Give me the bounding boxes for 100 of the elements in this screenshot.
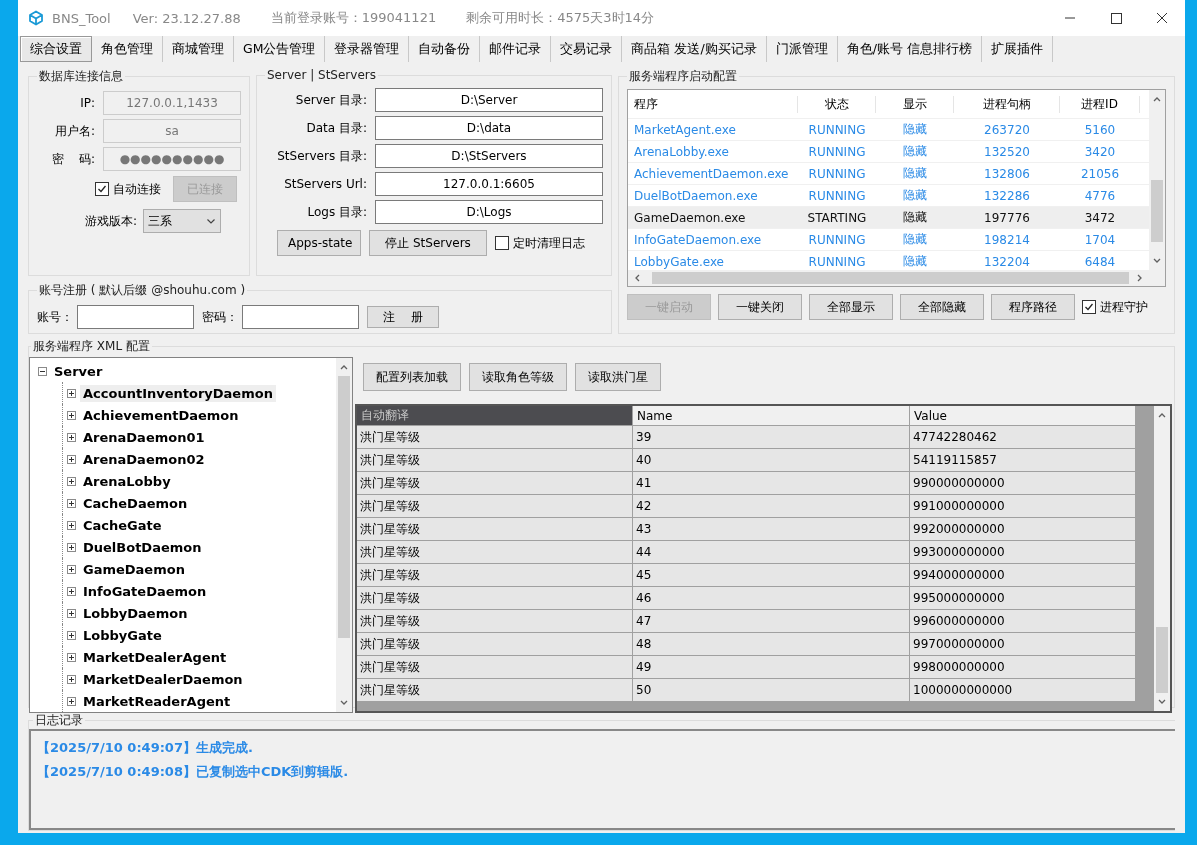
tab[interactable]: GM公告管理 — [234, 36, 326, 62]
tree-item[interactable]: AchievementDaemon — [80, 406, 242, 424]
table-cell: 44 — [633, 541, 910, 564]
input-field[interactable]: D:\Logs — [375, 200, 603, 224]
expand-icon[interactable] — [67, 608, 76, 618]
tree-item[interactable]: MarketDealerDaemon — [80, 670, 246, 688]
tree-item[interactable]: CacheDaemon — [80, 494, 191, 512]
input-field[interactable] — [242, 305, 359, 329]
process-row[interactable]: GameDaemon.exe STARTING 隐藏 197776 3472 — [628, 207, 1149, 229]
column-header[interactable]: 显示 — [876, 95, 954, 113]
table-cell: 46 — [633, 587, 910, 610]
expand-icon[interactable] — [67, 564, 76, 574]
register-button[interactable]: 注 册 — [367, 306, 439, 328]
process-row[interactable]: ArenaLobby.exe RUNNING 隐藏 132520 3420 — [628, 141, 1149, 163]
tree-item[interactable]: CacheGate — [80, 516, 165, 534]
tree-item[interactable]: ArenaDaemon01 — [80, 428, 208, 446]
checkbox-label: 自动连接 — [113, 180, 161, 198]
expand-icon[interactable] — [67, 542, 76, 552]
stop-button[interactable]: 停止 StServers — [369, 230, 487, 256]
collapse-icon[interactable] — [38, 366, 47, 376]
table-cell-text: 隐藏 — [902, 187, 928, 204]
tree-item[interactable]: MarketDealerAgent — [80, 648, 230, 666]
tab[interactable]: 角色/账号 信息排行榜 — [837, 36, 982, 62]
checkbox[interactable] — [1082, 300, 1096, 314]
checkbox[interactable] — [495, 236, 509, 250]
window-title: BNS_Tool — [52, 10, 111, 26]
column-header[interactable]: 进程句柄 — [954, 95, 1060, 113]
tree-item[interactable]: DuelBotDaemon — [80, 538, 205, 556]
action-button[interactable]: 读取角色等级 — [469, 363, 567, 391]
action-button[interactable]: 全部隐藏 — [900, 294, 984, 320]
action-button[interactable]: 一键关闭 — [718, 294, 802, 320]
table-cell: 998000000000 — [910, 656, 1136, 679]
field-label: Logs 目录: — [306, 203, 368, 221]
table-cell-text: 隐藏 — [902, 143, 928, 160]
table-cell-text: 5160 — [1083, 122, 1117, 137]
tree-item[interactable]: Server — [51, 362, 106, 380]
field-label: IP: — [79, 96, 96, 110]
column-header[interactable]: 进程ID — [1060, 95, 1140, 113]
action-button[interactable]: 程序路径 — [991, 294, 1075, 320]
tree-item[interactable]: LobbyDaemon — [80, 604, 191, 622]
expand-icon[interactable] — [67, 586, 76, 596]
column-header[interactable]: Name — [633, 406, 910, 426]
expand-icon[interactable] — [67, 476, 76, 486]
action-button[interactable]: 全部显示 — [809, 294, 893, 320]
process-row[interactable]: MarketAgent.exe RUNNING 隐藏 263720 5160 — [628, 119, 1149, 141]
column-header[interactable]: 状态 — [798, 95, 876, 113]
table-cell: 洪门星等级 — [357, 564, 633, 587]
input-field[interactable] — [77, 305, 194, 329]
field-label: StServers Url: — [283, 177, 368, 191]
expand-icon[interactable] — [67, 630, 76, 640]
input-field[interactable]: 127.0.0.1:6605 — [375, 172, 603, 196]
column-header[interactable]: 自动翻译 — [357, 406, 633, 426]
scrollbar-thumb[interactable] — [652, 272, 1129, 284]
tab[interactable]: 商品箱 发送/购买记录 — [622, 36, 767, 62]
tab[interactable]: 邮件记录 — [480, 36, 552, 62]
scrollbar-thumb[interactable] — [338, 376, 350, 638]
table-cell: 48 — [633, 633, 910, 656]
expand-icon[interactable] — [67, 696, 76, 706]
expand-icon[interactable] — [67, 388, 76, 398]
scrollbar-thumb[interactable] — [1156, 627, 1168, 693]
scrollbar-thumb[interactable] — [1151, 180, 1163, 242]
table-cell-text: 隐藏 — [902, 209, 928, 226]
tab[interactable]: 扩展插件 — [981, 36, 1053, 62]
tab[interactable]: 商城管理 — [163, 36, 234, 62]
tab[interactable]: 门派管理 — [766, 36, 838, 62]
tab[interactable]: 角色管理 — [92, 36, 163, 62]
column-header[interactable]: Value — [910, 406, 1136, 426]
expand-icon[interactable] — [67, 674, 76, 684]
tab[interactable]: 综合设置 — [20, 36, 92, 62]
expand-icon[interactable] — [67, 652, 76, 662]
expand-icon[interactable] — [67, 454, 76, 464]
input-field[interactable]: D:\StServers — [375, 144, 603, 168]
tree-item[interactable]: MarketReaderAgent — [80, 692, 234, 710]
expand-icon[interactable] — [67, 410, 76, 420]
apps-state-button[interactable]: Apps-state — [277, 230, 361, 256]
tab[interactable]: 交易记录 — [551, 36, 623, 62]
action-button[interactable]: 配置列表加载 — [363, 363, 461, 391]
input-field[interactable]: D:\data — [375, 116, 603, 140]
process-row[interactable]: AchievementDaemon.exe RUNNING 隐藏 132806 21056 — [628, 163, 1149, 185]
tree-item[interactable]: LobbyGate — [80, 626, 165, 644]
expand-icon[interactable] — [67, 520, 76, 530]
table-cell-text: 21056 — [1079, 166, 1121, 181]
checkbox[interactable] — [95, 182, 109, 196]
tree-item[interactable]: InfoGateDaemon — [80, 582, 210, 600]
tree-item[interactable]: ArenaLobby — [80, 472, 174, 490]
expand-icon[interactable] — [67, 498, 76, 508]
action-button[interactable]: 读取洪门星 — [575, 363, 661, 391]
version-dropdown[interactable]: 三系 — [143, 209, 222, 233]
tree-item[interactable]: ArenaDaemon02 — [80, 450, 208, 468]
table-cell-text: RUNNING — [807, 232, 867, 247]
process-row[interactable]: InfoGateDaemon.exe RUNNING 隐藏 198214 1704 — [628, 229, 1149, 251]
tree-item[interactable]: AccountInventoryDaemon — [80, 384, 276, 402]
table-cell: 992000000000 — [910, 518, 1136, 541]
table-cell-text: 197776 — [983, 210, 1031, 225]
input-field[interactable]: D:\Server — [375, 88, 603, 112]
expand-icon[interactable] — [67, 432, 76, 442]
tab[interactable]: 自动备份 — [409, 36, 481, 62]
tree-item[interactable]: GameDaemon — [80, 560, 188, 578]
tab[interactable]: 登录器管理 — [325, 36, 410, 62]
column-header[interactable]: 程序 — [628, 95, 798, 113]
